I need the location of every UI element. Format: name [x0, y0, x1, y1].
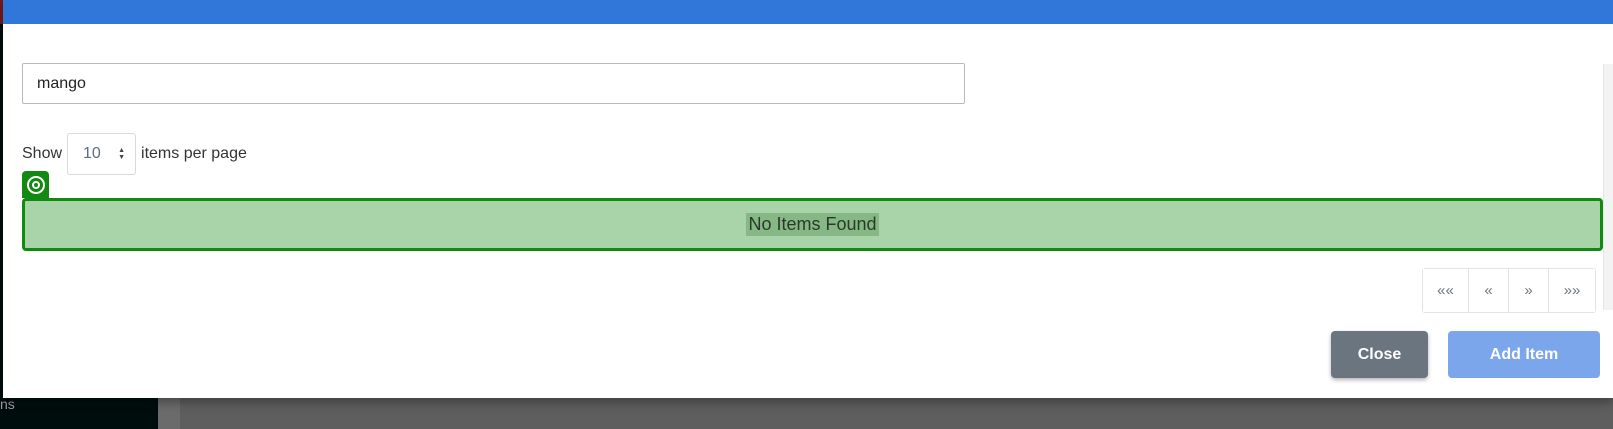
search-input[interactable]	[22, 63, 965, 104]
modal-scrollbar[interactable]	[1603, 64, 1613, 310]
per-page-value: 10	[83, 145, 101, 162]
sort-arrows-icon: ▲ ▼	[118, 147, 126, 161]
next-page-button[interactable]: »	[1509, 269, 1549, 312]
last-page-button[interactable]: »»	[1549, 269, 1595, 312]
empty-message: No Items Found	[746, 213, 879, 236]
results-empty-row: No Items Found	[22, 198, 1603, 251]
per-page-select[interactable]: 10 ▲ ▼	[67, 133, 137, 175]
add-item-modal: Show 10 ▲▼ items per page No Items Found…	[3, 0, 1613, 398]
previous-page-button[interactable]: «	[1469, 269, 1509, 312]
modal-header	[3, 0, 1613, 24]
pagination: «« « » »»	[1422, 268, 1596, 313]
close-button[interactable]: Close	[1331, 331, 1428, 378]
first-page-button[interactable]: ««	[1423, 269, 1469, 312]
target-icon[interactable]	[22, 171, 49, 198]
per-page-suffix: items per page	[141, 145, 247, 162]
background-sidebar-text: ns	[0, 396, 15, 412]
items-per-page: Show 10 ▲ ▼ items per page	[22, 133, 247, 175]
background-panel	[180, 398, 1613, 429]
per-page-prefix: Show	[22, 145, 63, 162]
add-item-button[interactable]: Add Item	[1448, 331, 1600, 378]
